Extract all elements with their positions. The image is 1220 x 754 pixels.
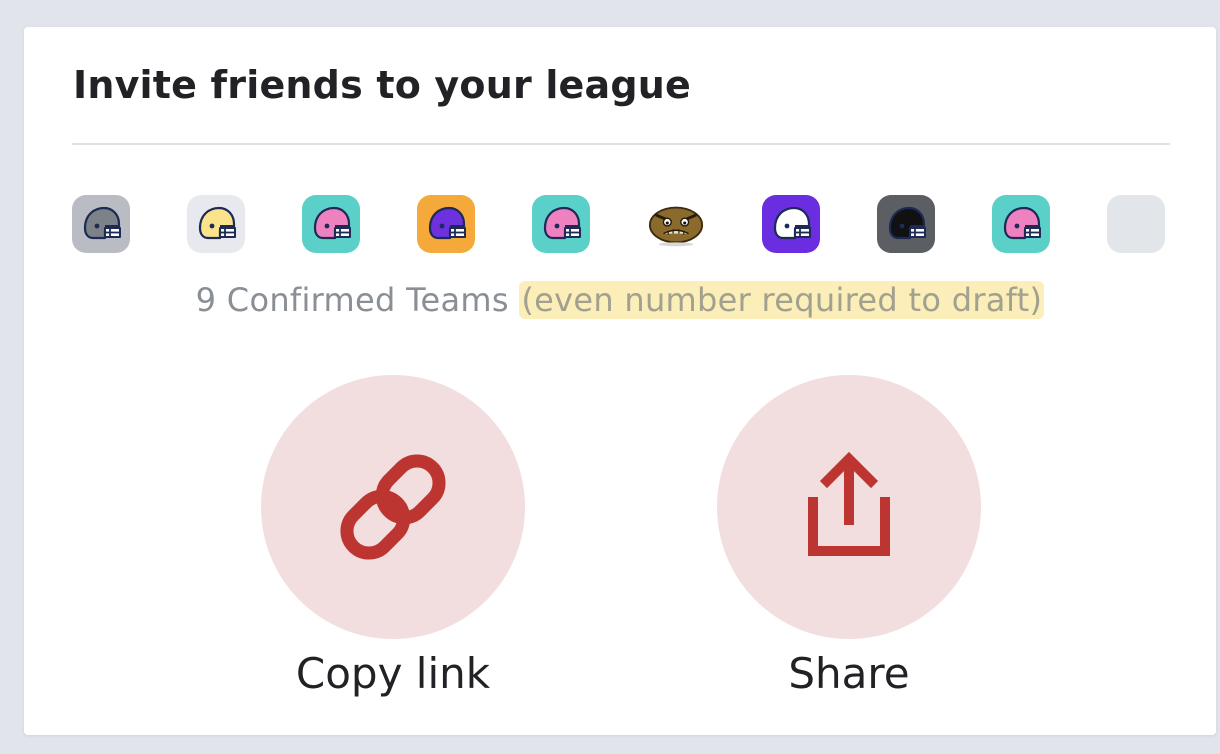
team-avatar (647, 195, 705, 253)
share-circle[interactable] (717, 375, 981, 639)
divider (72, 143, 1170, 145)
empty-team-slot (1107, 195, 1165, 253)
copy-link-label: Copy link (295, 649, 491, 698)
share-icon (808, 451, 890, 556)
helmet-icon (428, 206, 466, 240)
share-label: Share (788, 649, 910, 698)
helmet-icon (1003, 206, 1041, 240)
team-avatar (187, 195, 245, 253)
copy-link-circle[interactable] (261, 375, 525, 639)
team-avatar (877, 195, 935, 253)
helmet-icon (888, 206, 926, 240)
team-avatar-row (72, 195, 1170, 255)
invite-card: Invite friends to your league 9 Confirme… (24, 27, 1216, 735)
helmet-icon (313, 206, 351, 240)
team-avatar (532, 195, 590, 253)
team-avatar (72, 195, 130, 253)
team-status: 9 Confirmed Teams (even number required … (24, 281, 1216, 319)
angry-football-icon (648, 206, 704, 247)
card-title: Invite friends to your league (73, 63, 691, 107)
link-icon (340, 454, 446, 560)
helmet-icon (543, 206, 581, 240)
confirmed-teams-count: 9 Confirmed Teams (195, 281, 509, 319)
team-avatar (417, 195, 475, 253)
helmet-icon (83, 206, 121, 240)
team-avatar (762, 195, 820, 253)
helmet-icon (773, 206, 811, 240)
team-avatar (992, 195, 1050, 253)
helmet-icon (198, 206, 236, 240)
draft-requirement-note: (even number required to draft) (519, 281, 1045, 319)
copy-link-button[interactable]: Copy link (261, 375, 525, 698)
share-button[interactable]: Share (717, 375, 981, 698)
team-avatar (302, 195, 360, 253)
